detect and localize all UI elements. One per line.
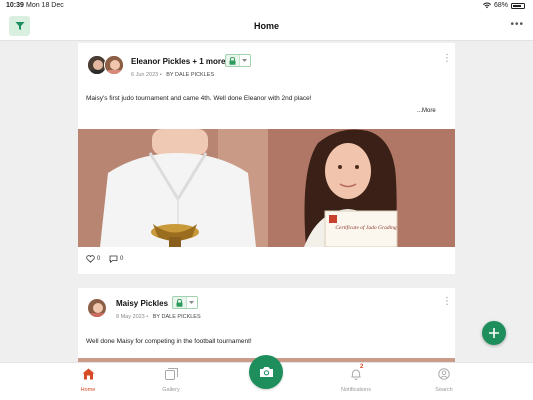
read-more-link[interactable]: ...More: [417, 108, 436, 114]
post-text: Maisy's first judo tournament and came 4…: [86, 95, 312, 102]
post-text: Well done Maisy for competing in the foo…: [86, 338, 252, 345]
camera-button[interactable]: [249, 355, 283, 389]
tab-label: Notifications: [341, 387, 371, 393]
nav-bar: Home •••: [0, 14, 533, 41]
like-button[interactable]: 0: [86, 255, 100, 263]
post-meta: 8 May 2023 • BY DALE PICKLES: [116, 314, 201, 320]
post-photo[interactable]: Certificate of Judo Grading: [78, 129, 455, 247]
lock-icon: [229, 56, 236, 65]
tab-label: Home: [80, 387, 96, 393]
post-by: BY DALE PICKLES: [166, 72, 215, 78]
post-card[interactable]: Maisy Pickles 8 May 2023 • BY DALE PICKL…: [78, 288, 455, 362]
tab-label: Search: [435, 387, 453, 393]
privacy-selector[interactable]: [172, 296, 198, 309]
battery-percent: 68%: [493, 2, 508, 9]
avatar[interactable]: [87, 298, 107, 318]
meta-separator: •: [146, 314, 149, 320]
post-meta: 6 Jun 2023 • BY DALE PICKLES: [131, 72, 214, 78]
heart-icon: [86, 255, 95, 263]
chevron-down-icon: [189, 301, 195, 304]
add-post-button[interactable]: [482, 321, 506, 345]
notification-badge: 2: [360, 364, 364, 370]
like-count: 0: [97, 256, 101, 262]
wifi-icon: [482, 2, 491, 9]
certificate-text: Certificate of Judo Grading: [335, 224, 397, 231]
home-icon: [82, 368, 94, 380]
avatar[interactable]: [104, 55, 124, 75]
gallery-icon: [164, 368, 178, 380]
post-date: 8 May 2023: [116, 314, 145, 320]
vertical-ellipsis-icon: ⋮: [442, 296, 452, 307]
post-by: BY DALE PICKLES: [152, 314, 201, 320]
tab-home[interactable]: Home: [58, 366, 118, 393]
post-card[interactable]: Eleanor Pickles + 1 more 6 Jun 2023 • BY…: [78, 43, 455, 274]
status-date: Mon 18 Dec: [26, 2, 64, 9]
post-options-button[interactable]: ⋮: [442, 53, 452, 64]
tab-label: Gallery: [162, 387, 180, 393]
tab-search[interactable]: Search: [414, 366, 474, 393]
ellipsis-icon: •••: [510, 19, 524, 30]
post-author[interactable]: Eleanor Pickles + 1 more: [131, 57, 226, 66]
meta-separator: •: [159, 72, 162, 78]
judo-photo: Certificate of Judo Grading: [78, 129, 455, 247]
tab-notifications[interactable]: 2 Notifications: [326, 364, 386, 393]
camera-icon: [259, 367, 273, 377]
post-author[interactable]: Maisy Pickles: [116, 299, 168, 308]
post-date: 6 Jun 2023: [131, 72, 159, 78]
battery-icon: [511, 2, 525, 9]
more-options-button[interactable]: •••: [510, 19, 524, 30]
comment-icon: [109, 255, 118, 263]
comment-count: 0: [120, 256, 124, 262]
search-icon: [438, 368, 450, 380]
tab-gallery[interactable]: Gallery: [141, 366, 201, 393]
status-bar: 10:39 Mon 18 Dec 68%: [0, 0, 533, 14]
status-right: 68%: [482, 2, 525, 9]
lock-icon: [176, 298, 183, 307]
post-options-button[interactable]: ⋮: [442, 296, 452, 307]
vertical-ellipsis-icon: ⋮: [442, 53, 452, 64]
status-time: 10:39: [6, 2, 24, 9]
page-title: Home: [253, 21, 279, 31]
comment-button[interactable]: 0: [109, 255, 123, 263]
chevron-down-icon: [242, 59, 248, 62]
privacy-selector[interactable]: [225, 54, 251, 67]
plus-icon: [489, 328, 499, 338]
